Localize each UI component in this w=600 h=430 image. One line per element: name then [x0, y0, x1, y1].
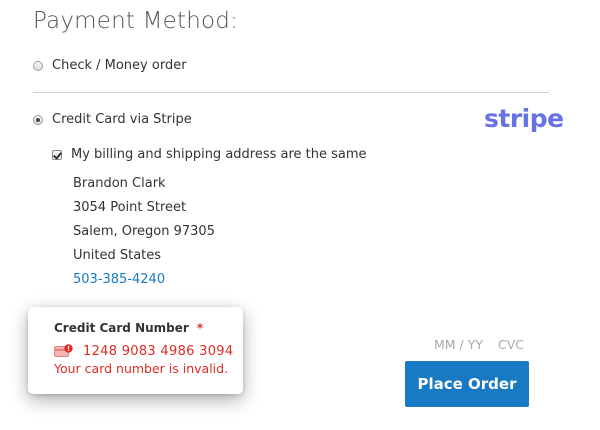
address-street: 3054 Point Street — [73, 200, 187, 215]
required-mark: * — [196, 321, 204, 335]
card-error-icon — [54, 343, 74, 357]
billing-same-as-shipping[interactable]: My billing and shipping address are the … — [52, 147, 367, 162]
page-title: Payment Method: — [33, 8, 239, 34]
payment-option-label: Check / Money order — [52, 58, 187, 73]
card-number-error: Your card number is invalid. — [54, 361, 229, 376]
address-phone-link[interactable]: 503-385-4240 — [73, 272, 165, 287]
divider — [33, 92, 549, 93]
address-city-state-zip: Salem, Oregon 97305 — [73, 224, 215, 239]
payment-option-check-money-order[interactable]: Check / Money order — [33, 58, 187, 73]
address-country: United States — [73, 248, 162, 263]
card-number-popup: Credit Card Number * 1248 9083 4986 3094 … — [28, 307, 243, 394]
payment-option-label: Credit Card via Stripe — [52, 112, 192, 127]
address-name: Brandon Clark — [73, 176, 166, 191]
card-number-label: Credit Card Number * — [54, 321, 203, 335]
radio-stripe[interactable] — [33, 114, 43, 125]
card-number-input[interactable]: 1248 9083 4986 3094 — [83, 344, 233, 359]
card-expiry-input[interactable]: MM / YY — [434, 337, 483, 352]
payment-page: Payment Method: Check / Money order Cred… — [0, 0, 600, 430]
billing-same-label: My billing and shipping address are the … — [71, 147, 367, 162]
card-cvc-input[interactable]: CVC — [498, 337, 524, 352]
radio-check-money-order[interactable] — [33, 60, 43, 71]
payment-option-stripe[interactable]: Credit Card via Stripe — [33, 112, 192, 127]
card-number-label-text: Credit Card Number — [54, 321, 189, 335]
billing-same-checkbox[interactable] — [52, 149, 62, 160]
place-order-button[interactable]: Place Order — [405, 361, 529, 407]
stripe-logo: stripe — [484, 104, 564, 133]
